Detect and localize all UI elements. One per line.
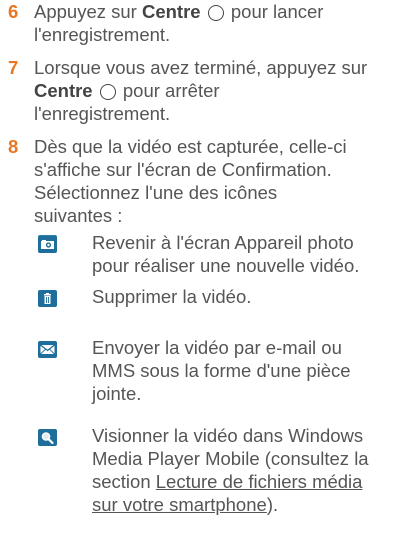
step-text-line: Sélectionnez l'une des icônes — [34, 182, 278, 203]
camera-icon — [38, 235, 57, 253]
centre-label: Centre — [34, 80, 93, 101]
option-text: Revenir à l'écran Appareil photo pour ré… — [92, 231, 359, 277]
step-number: 7 — [8, 57, 19, 78]
step-text-line: Dès que la vidéo est capturée, celle-ci — [34, 136, 347, 157]
option-text-line: Visionner la vidéo dans Windows — [92, 425, 364, 446]
step-text-pre: Appuyez sur — [34, 1, 142, 22]
option-text-line: pour réaliser une nouvelle vidéo. — [92, 255, 360, 276]
envelope-icon — [38, 340, 57, 358]
trash-icon — [38, 289, 57, 307]
centre-button-icon — [99, 84, 116, 100]
option-text-line: Envoyer la vidéo par e-mail ou — [92, 337, 342, 358]
step-text-line: l'enregistrement. — [34, 103, 171, 124]
step-text: Lorsque vous avez terminé, appuyez sur C… — [34, 56, 367, 125]
step-number: 6 — [8, 1, 19, 22]
media-files-link-continued[interactable]: sur votre smartphone — [92, 494, 267, 515]
option-text-line: jointe. — [92, 383, 142, 404]
option-text: Visionner la vidéo dans Windows Media Pl… — [92, 424, 369, 516]
magnifier-icon — [38, 428, 57, 446]
media-files-link[interactable]: Lecture de fichiers média — [156, 471, 363, 492]
step-text-post: pour arrêter — [117, 80, 220, 101]
step-text-line: s'affiche sur l'écran de Confirmation. — [34, 159, 332, 180]
option-text-tail: ). — [266, 494, 279, 515]
option-text-line: Supprimer la vidéo. — [92, 286, 252, 307]
centre-button-icon — [207, 5, 224, 21]
option-text-line: MMS sous la forme d'une pièce — [92, 360, 351, 381]
step-text-line: suivantes : — [34, 205, 123, 226]
centre-label: Centre — [141, 1, 201, 22]
step-number: 8 — [8, 136, 19, 157]
step-text: Dès que la vidéo est capturée, celle-ci … — [34, 135, 347, 227]
step-text: Appuyez sur Centre pour lancer l'enregis… — [34, 0, 323, 46]
option-text: Envoyer la vidéo par e-mail ou MMS sous … — [92, 336, 351, 405]
option-text-line: Revenir à l'écran Appareil photo — [92, 232, 354, 253]
step-text-line: l'enregistrement. — [34, 24, 171, 45]
step-text-post: pour lancer — [225, 1, 324, 22]
step-text-line: Lorsque vous avez terminé, appuyez sur — [34, 57, 368, 78]
option-text-line: Media Player Mobile (consultez la — [92, 448, 369, 469]
option-text: Supprimer la vidéo. — [92, 285, 251, 308]
option-text-line: section — [92, 471, 156, 492]
